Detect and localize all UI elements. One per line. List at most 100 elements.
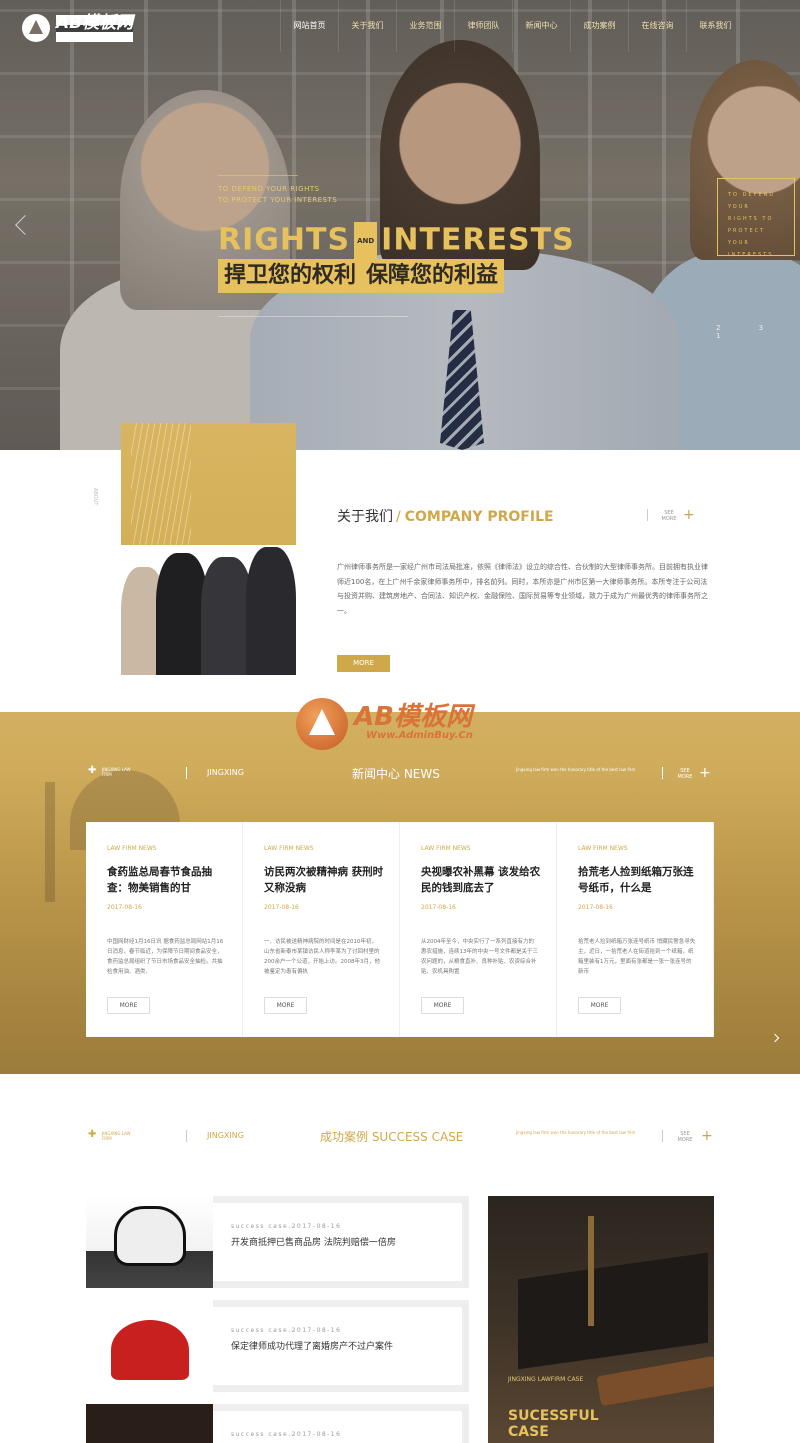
news-card-title[interactable]: 食药监总局春节食品抽查：物美销售的甘 [107,864,227,896]
news-card-text: 从2004年至今，中央实行了一系列直接有力的惠农措施，连续13年的中央一号文件都… [421,939,539,975]
news-divider [186,767,187,779]
cases-header: ✚ JINGXING LAW FIRM JINGXING 成功案例 SUCCES… [0,1126,800,1156]
hero-sub-line-2: TO PROTECT YOUR INTERESTS [218,196,338,204]
menu-item-consult[interactable]: 在线咨询 [628,0,686,52]
news-card-date: 2017-08-16 [578,904,613,911]
cases-divider [186,1130,187,1142]
cases-see-more[interactable]: SEE MORE [677,1131,693,1143]
logo-url: Www.AdminBuy.Cn [56,31,134,42]
case-thumbnail[interactable] [86,1300,213,1392]
news-divider-right [662,767,663,779]
menu-item-business[interactable]: 业务范围 [396,0,454,52]
fist-image [114,1206,186,1266]
about-plus-icon[interactable]: + [683,508,695,522]
news-card-title[interactable]: 拾荒老人捡到纸箱万张连号纸币，什么是 [578,864,698,896]
news-plus-right-icon[interactable]: + [699,766,711,780]
hero-subtitle: TO DEFEND YOUR RIGHTS TO PROTECT YOUR IN… [218,184,337,206]
news-card-date: 2017-08-16 [107,904,142,911]
news-card-title[interactable]: 央视曝农补黑幕 该发给农民的钱到底去了 [421,864,541,896]
cases-plus-icon: ✚ [88,1129,97,1140]
case-thumbnail[interactable] [86,1404,213,1443]
hero-banner: AB模板网 Www.AdminBuy.Cn 网站首页 关于我们 业务范围 律师团… [0,0,800,450]
hero-headline-right: INTERESTS [381,222,575,258]
cases-divider-right [662,1130,663,1142]
watermark-url: Www.AdminBuy.Cn [366,730,473,741]
news-card-more-button[interactable]: MORE [578,997,621,1014]
watermark-mark-icon [296,698,348,750]
about-title-en: COMPANY PROFILE [404,509,554,525]
featured-case[interactable]: JINGXING LAWFIRM CASE SUCESSFUL CASE [488,1196,714,1443]
hero-sub-line-1: TO DEFEND YOUR RIGHTS [218,185,320,193]
news-title: 新闻中心 NEWS [352,767,440,781]
news-card-category: LAW FIRM NEWS [107,845,157,852]
news-card[interactable]: LAW FIRM NEWS 食药监总局春节食品抽查：物美销售的甘 2017-08… [86,822,243,1037]
team-member [246,547,296,675]
news-tag: JINGXING [207,768,244,777]
gavel-image [596,1355,714,1407]
news-card-more-button[interactable]: MORE [107,997,150,1014]
news-card-text: 拾荒老人捡到纸箱万张连号纸币 悄藏民警急寻失主，近日，一拾荒老人在街道拾到一个纸… [578,939,696,975]
hero-cn-headline: 捍卫您的权利 保障您的利益 [218,259,505,293]
case-date: success case.2017-08-16 [231,1327,342,1334]
case-item[interactable]: success case.2017-08-16 [86,1404,469,1443]
menu-item-about[interactable]: 关于我们 [338,0,396,52]
about-more-button[interactable]: MORE [337,655,390,672]
hero-side-box: TO DEFEND YOUR RIGHTS TO PROTECT YOUR IN… [717,178,795,258]
case-item[interactable]: success case.2017-08-16 开发商抵押已售商品房 法院判赔偿… [86,1196,469,1288]
main-menu: 网站首页 关于我们 业务范围 律师团队 新闻中心 成功案例 在线咨询 联系我们 [280,0,744,52]
hero-line [218,175,298,176]
case-card: success case.2017-08-16 开发商抵押已售商品房 法院判赔偿… [213,1203,462,1281]
about-see-more[interactable]: SEE MORE [660,510,678,522]
justice-scale-image [588,1216,594,1326]
about-team-photo [121,545,296,675]
news-card[interactable]: LAW FIRM NEWS 访民两次被精神病 获刑时又称没病 2017-08-1… [243,822,400,1037]
cases-title: 成功案例 SUCCESS CASE [320,1130,464,1144]
menu-item-home[interactable]: 网站首页 [280,0,338,52]
menu-item-news[interactable]: 新闻中心 [512,0,570,52]
cases-plus-right-icon[interactable]: + [701,1129,713,1143]
news-card-more-button[interactable]: MORE [264,997,307,1014]
news-card-title[interactable]: 访民两次被精神病 获刑时又称没病 [264,864,384,896]
case-date: success case.2017-08-16 [231,1223,342,1230]
law-book-image [518,1252,708,1370]
hero-cn-left: 捍卫您的权利 [224,263,357,288]
featured-case-title-2: CASE [508,1424,549,1440]
news-card-date: 2017-08-16 [264,904,299,911]
news-card-text: 中国网财经1月16日讯 据食药监总局网站1月16日消息，春节临近，为保障节日期间… [107,939,224,975]
cases-desc: Jingxing law firm won the honorary title… [516,1130,636,1135]
watermark-title: AB模板网 [354,702,472,732]
case-title[interactable]: 开发商抵押已售商品房 法院判赔偿一倍房 [231,1237,401,1249]
news-see-more[interactable]: SEE MORE [677,768,693,780]
news-card[interactable]: LAW FIRM NEWS 央视曝农补黑幕 该发给农民的钱到底去了 2017-0… [400,822,557,1037]
news-card[interactable]: LAW FIRM NEWS 拾荒老人捡到纸箱万张连号纸币，什么是 2017-08… [557,822,714,1037]
cases-tag: JINGXING [207,1131,244,1140]
hero-cn-right: 保障您的利益 [366,263,499,288]
about-image [121,423,296,675]
news-card-text: 一、访民被送精神病院的时间是在2010年初，山东省新泰市某镇访民人称李某为了讨回… [264,939,380,975]
featured-case-title: SUCESSFUL CASE [508,1408,599,1440]
case-title[interactable]: 保定律师成功代理了离婚房产不过户案件 [231,1341,401,1353]
hero-rule [218,316,408,317]
logo-title: AB模板网 [56,12,134,33]
menu-item-cases[interactable]: 成功案例 [570,0,628,52]
case-item[interactable]: success case.2017-08-16 保定律师成功代理了离婚房产不过户… [86,1300,469,1392]
logo[interactable]: AB模板网 Www.AdminBuy.Cn [22,12,134,42]
hero-headline-left: RIGHTS [218,222,351,258]
news-card-category: LAW FIRM NEWS [421,845,471,852]
about-heading: 关于我们 / COMPANY PROFILE [337,506,554,526]
case-card: success case.2017-08-16 [213,1411,462,1443]
case-date: success case.2017-08-16 [231,1431,342,1438]
news-bg-spire [45,782,55,902]
news-header: ✚ JINGXING LAW FIRM JINGXING 新闻中心 NEWS J… [0,762,800,792]
case-card: success case.2017-08-16 保定律师成功代理了离婚房产不过户… [213,1307,462,1385]
hero-headline: RIGHTS AND INTERESTS [218,222,575,260]
news-card-category: LAW FIRM NEWS [578,845,628,852]
slider-pagination[interactable]: 2 3 1 [716,324,800,340]
menu-item-team[interactable]: 律师团队 [454,0,512,52]
news-card-more-button[interactable]: MORE [421,997,464,1014]
about-description: 广州律师事务所是一家经广州市司法局批准，依照《律师法》设立的综合性、合伙制的大型… [337,563,708,615]
menu-item-contact[interactable]: 联系我们 [686,0,744,52]
case-thumbnail[interactable] [86,1196,213,1288]
featured-case-title-1: SUCESSFUL [508,1408,599,1424]
about-title-cn: 关于我们 [337,509,393,525]
